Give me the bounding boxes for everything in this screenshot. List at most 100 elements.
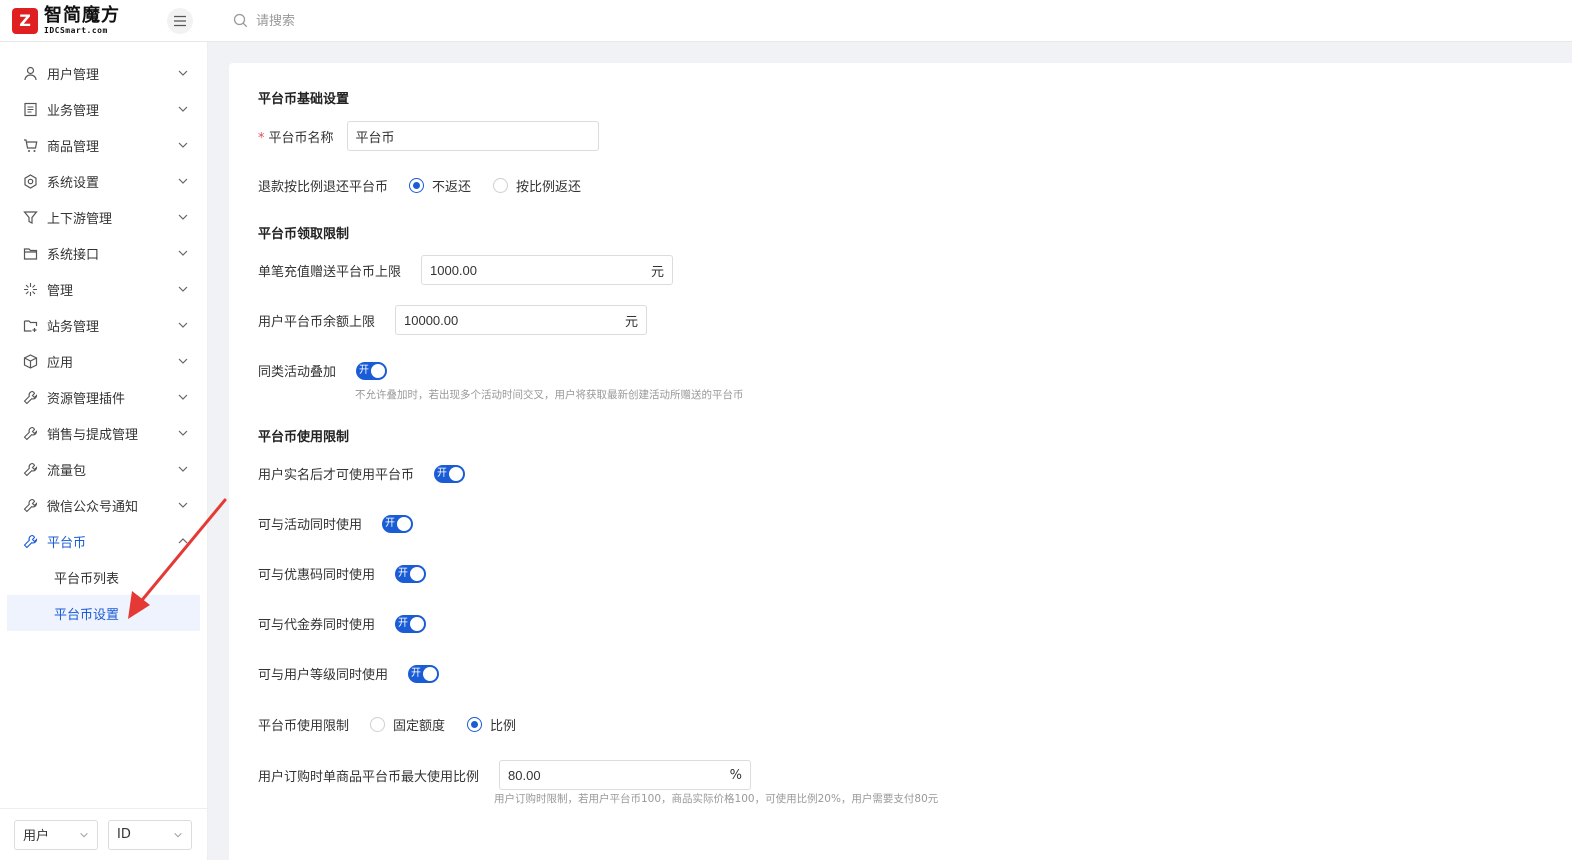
sidebar-item-label: 站务管理 [47,319,100,335]
chevron-down-icon [178,502,188,508]
sidebar-item-system-api[interactable]: 系统接口 [0,235,207,271]
wrench-icon [22,389,38,405]
logo[interactable]: Z 智简魔方 IDCSmart.com [0,0,165,42]
sidebar-item-label: 业务管理 [47,103,100,119]
logo-sub: IDCSmart.com [44,25,108,35]
sidebar-item-upstream[interactable]: 上下游管理 [0,199,207,235]
sidebar-item-label: 流量包 [47,463,87,479]
logo-name: 智简魔方 [44,4,120,26]
single-recharge-input[interactable] [430,262,645,278]
sidebar-item-apps[interactable]: 应用 [0,343,207,379]
single-recharge-label: 单笔充值赠送平台币上限 [258,264,402,280]
refund-proportional-radio[interactable]: 按比例返还 [493,176,581,195]
stack-toggle[interactable]: 开 [356,361,388,380]
refund-label: 退款按比例退还平台币 [258,180,389,195]
toggle-knob [449,466,464,481]
required-mark: * [258,130,265,146]
coupon-toggle[interactable]: 开 [395,564,427,583]
single-recharge-row: 单笔充值赠送平台币上限 元 [258,255,674,285]
sidebar-item-manage[interactable]: 管理 [0,271,207,307]
user-level-toggle[interactable]: 开 [408,664,440,683]
radio-label: 比例 [490,719,517,734]
coin-name-label-text: 平台币名称 [268,130,334,146]
station-icon [22,317,38,333]
coin-name-row: * 平台币名称 [258,121,599,151]
chevron-up-icon [178,538,188,544]
toggle-on-label: 开 [359,364,370,376]
use-limit-row: 平台币使用限制 固定额度 比例 [258,715,538,734]
sidebar-item-business[interactable]: 业务管理 [0,91,207,127]
settings-icon [22,173,38,189]
balance-limit-input[interactable] [404,312,619,328]
toggle-knob [410,616,425,631]
sidebar-item-resource-plugins[interactable]: 资源管理插件 [0,379,207,415]
realname-row: 用户实名后才可使用平台币 开 [258,464,466,483]
sidebar-item-sales[interactable]: 销售与提成管理 [0,415,207,451]
sidebar-item-system-settings[interactable]: 系统设置 [0,163,207,199]
max-ratio-label: 用户订购时单商品平台币最大使用比例 [258,769,480,785]
radio-dot [370,717,386,732]
search-type-select[interactable]: 用户 [14,819,98,850]
coin-name-label: * 平台币名称 [258,127,334,146]
section-title-basic: 平台币基础设置 [258,92,350,107]
select-value: ID [117,827,131,842]
sidebar-item-wechat[interactable]: 微信公众号通知 [0,487,207,523]
search-bar[interactable] [233,13,456,28]
chevron-down-icon [178,394,188,400]
radio-dot [409,178,425,193]
unit-suffix: 元 [651,264,665,280]
document-icon [22,101,38,117]
sidebar-item-label: 资源管理插件 [47,391,126,407]
activity-toggle[interactable]: 开 [382,514,414,533]
user-level-row: 可与用户等级同时使用 开 [258,664,440,683]
sidebar-subitem-coin-settings[interactable]: 平台币设置 [7,595,200,631]
single-recharge-field[interactable]: 元 [421,255,674,285]
sidebar-item-platform-coin[interactable]: 平台币 [0,523,207,559]
voucher-toggle[interactable]: 开 [395,614,427,633]
fixed-amount-radio[interactable]: 固定额度 [370,715,445,734]
max-ratio-input[interactable] [508,767,724,783]
toggle-knob [423,666,438,681]
sidebar-item-traffic[interactable]: 流量包 [0,451,207,487]
coupon-row: 可与优惠码同时使用 开 [258,564,427,583]
radio-label: 不返还 [432,180,472,195]
cart-icon [22,137,38,153]
sidebar-item-products[interactable]: 商品管理 [0,127,207,163]
chevron-down-icon [178,430,188,436]
search-field-select[interactable]: ID [108,819,192,850]
realname-label: 用户实名后才可使用平台币 [258,468,415,483]
coin-name-input[interactable] [355,128,590,144]
ratio-radio[interactable]: 比例 [467,715,516,734]
toggle-on-label: 开 [411,667,422,679]
chevron-down-icon [178,106,188,112]
sidebar-item-label: 微信公众号通知 [47,499,139,515]
sidebar: 用户管理 业务管理 商品管理 系统设置 上下游管理 系统接口 管理 站务管理 应… [0,42,208,860]
sidebar-item-station[interactable]: 站务管理 [0,307,207,343]
sidebar-item-label: 应用 [47,355,74,371]
coin-name-field[interactable] [346,121,599,151]
balance-limit-label: 用户平台币余额上限 [258,314,376,330]
search-input[interactable] [256,13,456,28]
wrench-icon [22,461,38,477]
chevron-down-icon [178,142,188,148]
radio-dot [493,178,509,193]
realname-toggle[interactable]: 开 [434,464,466,483]
balance-limit-field[interactable]: 元 [395,305,648,335]
max-ratio-field[interactable]: % [499,760,752,790]
chevron-down-icon [178,178,188,184]
voucher-label: 可与代金券同时使用 [258,618,376,633]
logo-mark-icon: Z [12,7,38,34]
chevron-down-icon [178,466,188,472]
sidebar-item-label: 商品管理 [47,139,100,155]
wrench-icon [22,425,38,441]
sidebar-item-users[interactable]: 用户管理 [0,55,207,91]
max-ratio-hint: 用户订购时限制，若用户平台币100，商品实际价格100，可使用比例20%，用户需… [494,793,939,805]
menu-toggle-button[interactable] [167,7,193,34]
refund-no-return-radio[interactable]: 不返还 [409,176,471,195]
sidebar-subitem-coin-list[interactable]: 平台币列表 [7,559,200,595]
section-title-use: 平台币使用限制 [258,430,350,445]
toggle-knob [371,363,386,378]
user-icon [22,65,38,81]
activity-row: 可与活动同时使用 开 [258,514,414,533]
wrench-icon [22,497,38,513]
